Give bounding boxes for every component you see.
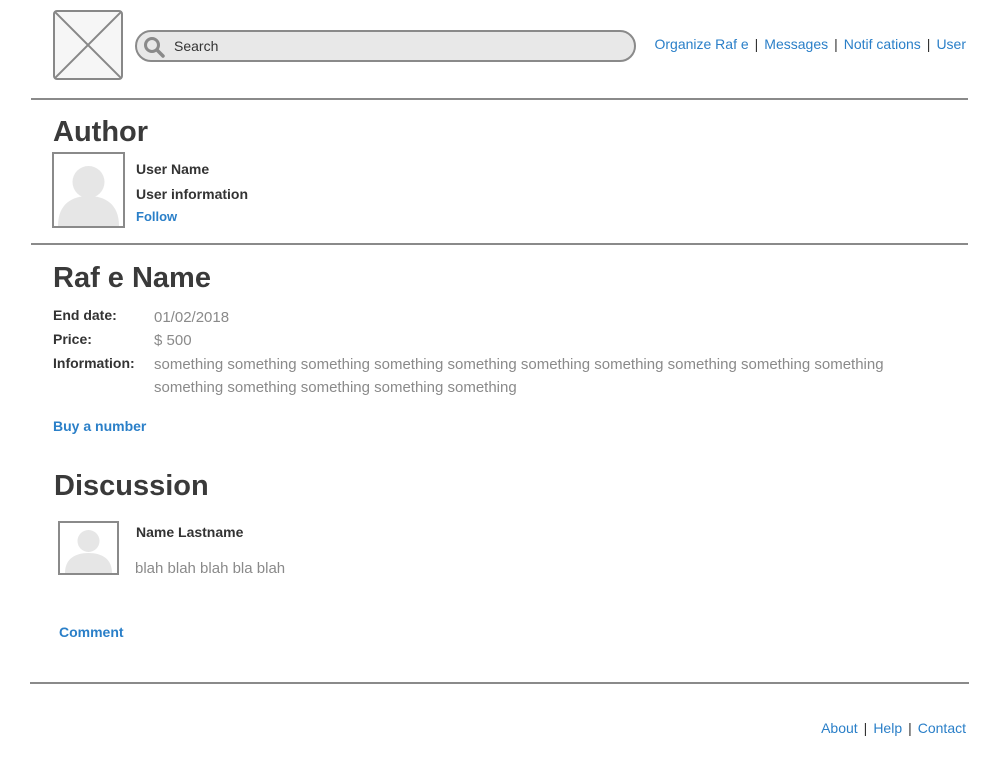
nav-messages[interactable]: Messages [764, 36, 828, 52]
footer-separator: | [863, 720, 868, 736]
comment-author-name: Name Lastname [136, 524, 244, 540]
follow-link[interactable]: Follow [136, 209, 177, 224]
author-avatar [52, 152, 125, 228]
nav-separator: | [834, 36, 838, 52]
nav-organize-raffle[interactable]: Organize Raf e [654, 36, 748, 52]
user-avatar-icon [58, 166, 119, 226]
end-date-value: 01/02/2018 [154, 309, 230, 326]
search-icon [144, 37, 165, 58]
information-label: Information: [53, 355, 135, 371]
end-date-label: End date: [53, 307, 117, 323]
header-divider [31, 98, 968, 100]
footer-help-link[interactable]: Help [873, 720, 902, 736]
comment-avatar [58, 521, 119, 575]
author-user-name: User Name [136, 161, 210, 177]
author-heading: Author [53, 116, 149, 148]
footer-nav: About | Help | Contact [821, 720, 966, 736]
top-nav: Organize Raf e | Messages | Notif cation… [654, 36, 966, 52]
comment-link[interactable]: Comment [59, 624, 124, 640]
information-value: something something something something … [154, 356, 884, 396]
nav-separator: | [754, 36, 759, 52]
nav-separator: | [926, 36, 931, 52]
search-input[interactable] [174, 35, 614, 57]
footer-divider [30, 682, 969, 684]
footer-contact-link[interactable]: Contact [918, 720, 966, 736]
author-user-info: User information [136, 186, 249, 202]
nav-notifications[interactable]: Notif cations [844, 36, 921, 52]
comment-text: blah blah blah bla blah [135, 560, 286, 577]
nav-user[interactable]: User [936, 36, 966, 52]
footer-separator: | [908, 720, 912, 736]
price-value: $ 500 [154, 332, 192, 349]
author-divider [31, 243, 968, 245]
price-label: Price: [53, 331, 92, 347]
logo-placeholder[interactable] [53, 10, 123, 80]
discussion-heading: Discussion [54, 470, 209, 502]
user-avatar-icon [65, 530, 112, 573]
footer-about-link[interactable]: About [821, 720, 858, 736]
image-placeholder-icon [54, 11, 122, 79]
search-bar[interactable] [135, 30, 636, 62]
raffle-title: Raf e Name [53, 262, 211, 294]
buy-number-link[interactable]: Buy a number [53, 418, 146, 434]
